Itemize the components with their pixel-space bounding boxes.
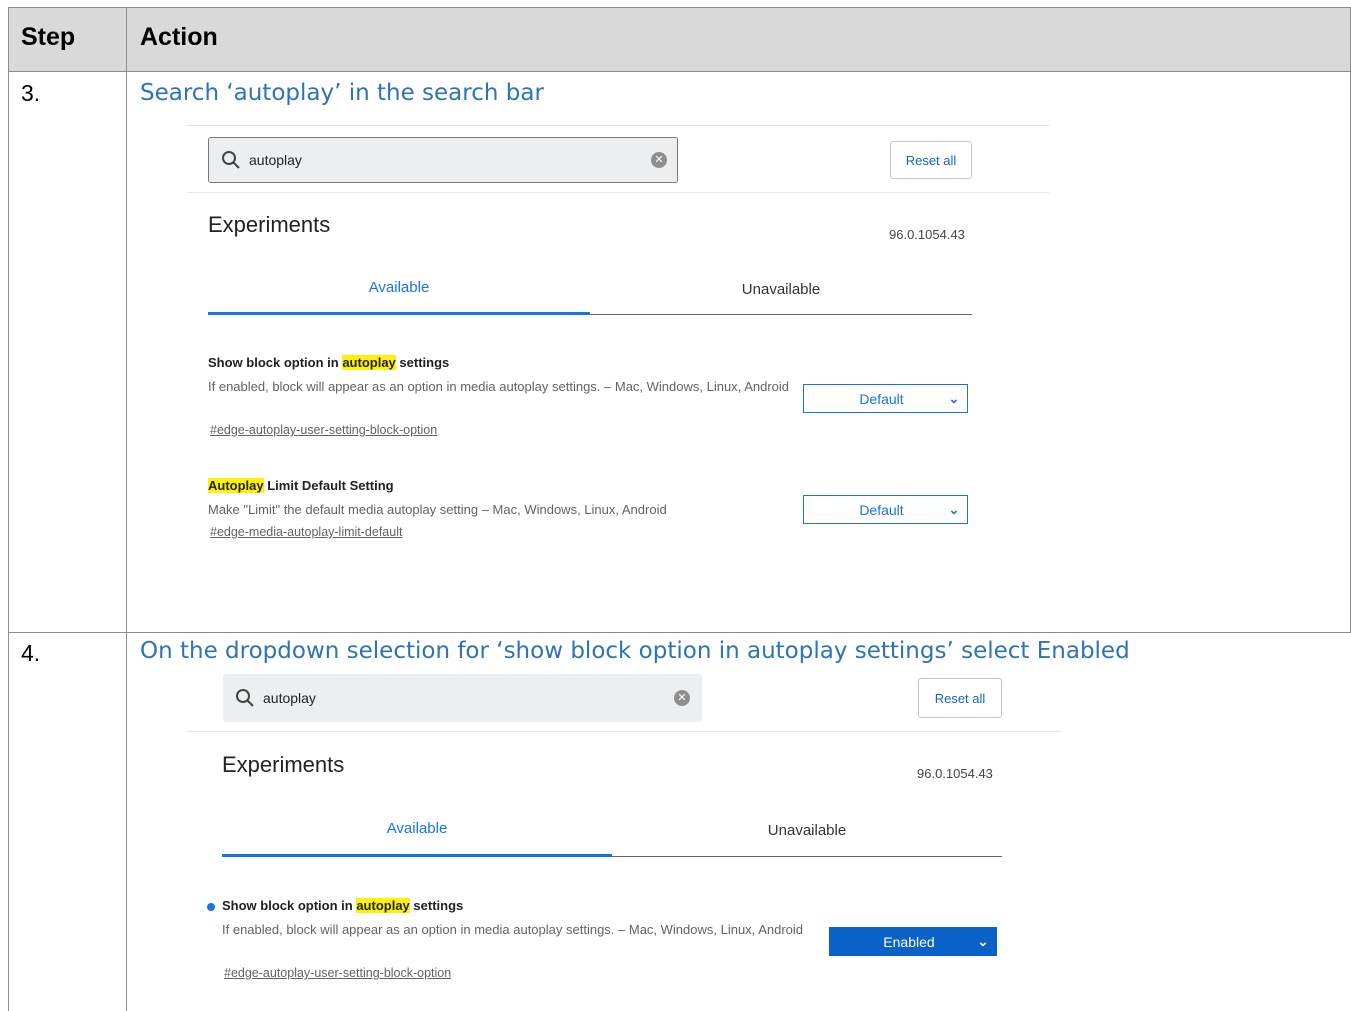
clear-search-icon[interactable]: ✕ bbox=[651, 152, 667, 168]
table-row-divider bbox=[8, 632, 1351, 633]
reset-all-button[interactable]: Reset all bbox=[918, 678, 1002, 718]
tab-active-indicator bbox=[222, 854, 612, 857]
chevron-down-icon: ⌄ bbox=[948, 390, 960, 406]
divider bbox=[187, 192, 1049, 193]
search-query: autoplay bbox=[263, 690, 316, 706]
table-border-top bbox=[8, 7, 1351, 8]
select-value: Default bbox=[859, 501, 904, 518]
chevron-down-icon: ⌄ bbox=[977, 933, 989, 949]
search-input[interactable]: autoplay ✕ bbox=[223, 674, 702, 722]
header-action: Action bbox=[140, 23, 218, 51]
chevron-down-icon: ⌄ bbox=[948, 501, 960, 517]
search-icon bbox=[236, 689, 254, 707]
search-highlight: autoplay bbox=[356, 898, 410, 913]
flag-title: Autoplay Limit Default Setting bbox=[208, 478, 394, 493]
step-screenshot-enabled: autoplay ✕ Reset all Experiments 96.0.10… bbox=[187, 672, 1061, 1002]
page-title: Experiments bbox=[222, 752, 345, 777]
flag-select-dropdown[interactable]: Default ⌄ bbox=[803, 384, 968, 413]
page-title: Experiments bbox=[208, 212, 331, 237]
flag-link[interactable]: #edge-media-autoplay-limit-default bbox=[210, 525, 402, 539]
table-column-divider bbox=[126, 7, 127, 1011]
divider bbox=[187, 731, 1061, 732]
flag-description: If enabled, block will appear as an opti… bbox=[222, 922, 804, 937]
flag-title: Show block option in autoplay settings bbox=[208, 355, 450, 370]
search-highlight: autoplay bbox=[342, 355, 396, 370]
clear-search-icon[interactable]: ✕ bbox=[674, 690, 690, 706]
divider bbox=[187, 125, 1049, 126]
flag-description: If enabled, block will appear as an opti… bbox=[208, 379, 790, 394]
version-label: 96.0.1054.43 bbox=[917, 766, 993, 781]
flag-link[interactable]: #edge-autoplay-user-setting-block-option bbox=[224, 966, 451, 980]
step-instruction: On the dropdown selection for ‘show bloc… bbox=[140, 638, 1130, 664]
step-screenshot-search: autoplay ✕ Reset all Experiments 96.0.10… bbox=[187, 120, 1049, 560]
flag-select-dropdown[interactable]: Default ⌄ bbox=[803, 495, 968, 524]
tab-unavailable[interactable]: Unavailable bbox=[612, 822, 1002, 839]
flag-link[interactable]: #edge-autoplay-user-setting-block-option bbox=[210, 423, 437, 437]
tab-available[interactable]: Available bbox=[208, 279, 590, 296]
header-step: Step bbox=[21, 23, 76, 51]
version-label: 96.0.1054.43 bbox=[889, 227, 965, 242]
table-border-left bbox=[8, 7, 9, 1011]
select-value: Enabled bbox=[883, 933, 935, 950]
flag-title: Show block option in autoplay settings bbox=[222, 898, 464, 913]
tab-unavailable[interactable]: Unavailable bbox=[590, 281, 972, 298]
flag-select-dropdown-enabled[interactable]: Enabled ⌄ bbox=[829, 927, 997, 956]
search-icon bbox=[222, 151, 240, 169]
table-row-divider bbox=[8, 71, 1351, 72]
tab-active-indicator bbox=[208, 312, 590, 315]
search-input[interactable]: autoplay ✕ bbox=[208, 137, 678, 183]
tab-available[interactable]: Available bbox=[222, 820, 612, 837]
select-value: Default bbox=[859, 390, 904, 407]
step-number: 3. bbox=[21, 80, 41, 106]
modified-flag-dot-icon bbox=[207, 903, 215, 911]
search-highlight: Autoplay bbox=[208, 478, 264, 493]
reset-all-button[interactable]: Reset all bbox=[890, 141, 972, 179]
step-number: 4. bbox=[21, 640, 41, 666]
step-instruction: Search ‘autoplay’ in the search bar bbox=[140, 80, 544, 106]
search-query: autoplay bbox=[249, 152, 302, 168]
flag-description: Make "Limit" the default media autoplay … bbox=[208, 502, 667, 517]
